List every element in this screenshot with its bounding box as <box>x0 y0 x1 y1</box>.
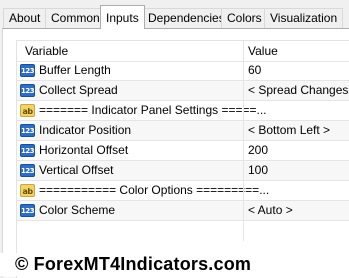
variable-name: Buffer Length <box>39 63 111 77</box>
string-type-icon: ab <box>20 184 35 197</box>
number-type-icon: 123 <box>20 144 35 157</box>
variable-name: Vertical Offset <box>39 163 114 177</box>
number-type-icon: 123 <box>20 124 35 137</box>
variable-value[interactable]: < Auto > <box>248 201 293 220</box>
tab-visualization[interactable]: Visualization <box>264 8 344 28</box>
inputs-panel: Variable Value 123 Buffer Length 60 123 … <box>2 28 349 278</box>
variable-name: ======= Indicator Panel Settings =====..… <box>39 103 267 117</box>
watermark-banner: © ForexMT4Indicators.com <box>0 253 349 276</box>
tab-bar: About Common Inputs Dependencies Colors … <box>0 0 349 29</box>
variable-value[interactable]: 60 <box>248 61 261 80</box>
variable-column-header[interactable]: Variable <box>25 41 68 61</box>
number-type-icon: 123 <box>20 64 35 77</box>
variable-value[interactable]: < Bottom Left > <box>248 121 330 140</box>
tab-about[interactable]: About <box>3 8 47 28</box>
tab-inputs[interactable]: Inputs <box>100 5 145 29</box>
number-type-icon: 123 <box>20 204 35 217</box>
string-type-icon: ab <box>20 104 35 117</box>
number-type-icon: 123 <box>20 164 35 177</box>
table-row[interactable]: 123 Vertical Offset 100 <box>17 161 349 181</box>
value-column-header[interactable]: Value <box>248 41 278 61</box>
variable-value[interactable]: 200 <box>248 141 268 160</box>
inputs-table: Variable Value 123 Buffer Length 60 123 … <box>16 40 349 278</box>
tab-dependencies[interactable]: Dependencies <box>142 8 231 28</box>
table-row[interactable]: 123 Collect Spread < Spread Changes > <box>17 81 349 101</box>
table-row[interactable]: 123 Indicator Position < Bottom Left > <box>17 121 349 141</box>
table-row[interactable]: 123 Horizontal Offset 200 <box>17 141 349 161</box>
variable-value[interactable]: 100 <box>248 161 268 180</box>
table-header: Variable Value <box>17 41 349 62</box>
tab-common[interactable]: Common <box>45 8 106 28</box>
variable-name: =========== Color Options =========... <box>39 183 270 197</box>
table-row[interactable]: ab ======= Indicator Panel Settings ====… <box>17 101 349 121</box>
variable-name: Indicator Position <box>39 123 132 137</box>
table-row[interactable]: 123 Color Scheme < Auto > <box>17 201 349 221</box>
variable-name: Collect Spread <box>39 83 118 97</box>
table-row[interactable]: ab =========== Color Options =========..… <box>17 181 349 201</box>
variable-value[interactable]: < Spread Changes > <box>248 81 349 100</box>
variable-name: Color Scheme <box>39 203 116 217</box>
table-row[interactable]: 123 Buffer Length 60 <box>17 61 349 81</box>
number-type-icon: 123 <box>20 84 35 97</box>
tab-colors[interactable]: Colors <box>221 8 268 28</box>
variable-name: Horizontal Offset <box>39 143 129 157</box>
column-divider[interactable] <box>243 41 244 241</box>
watermark-text: © ForexMT4Indicators.com <box>15 254 252 274</box>
